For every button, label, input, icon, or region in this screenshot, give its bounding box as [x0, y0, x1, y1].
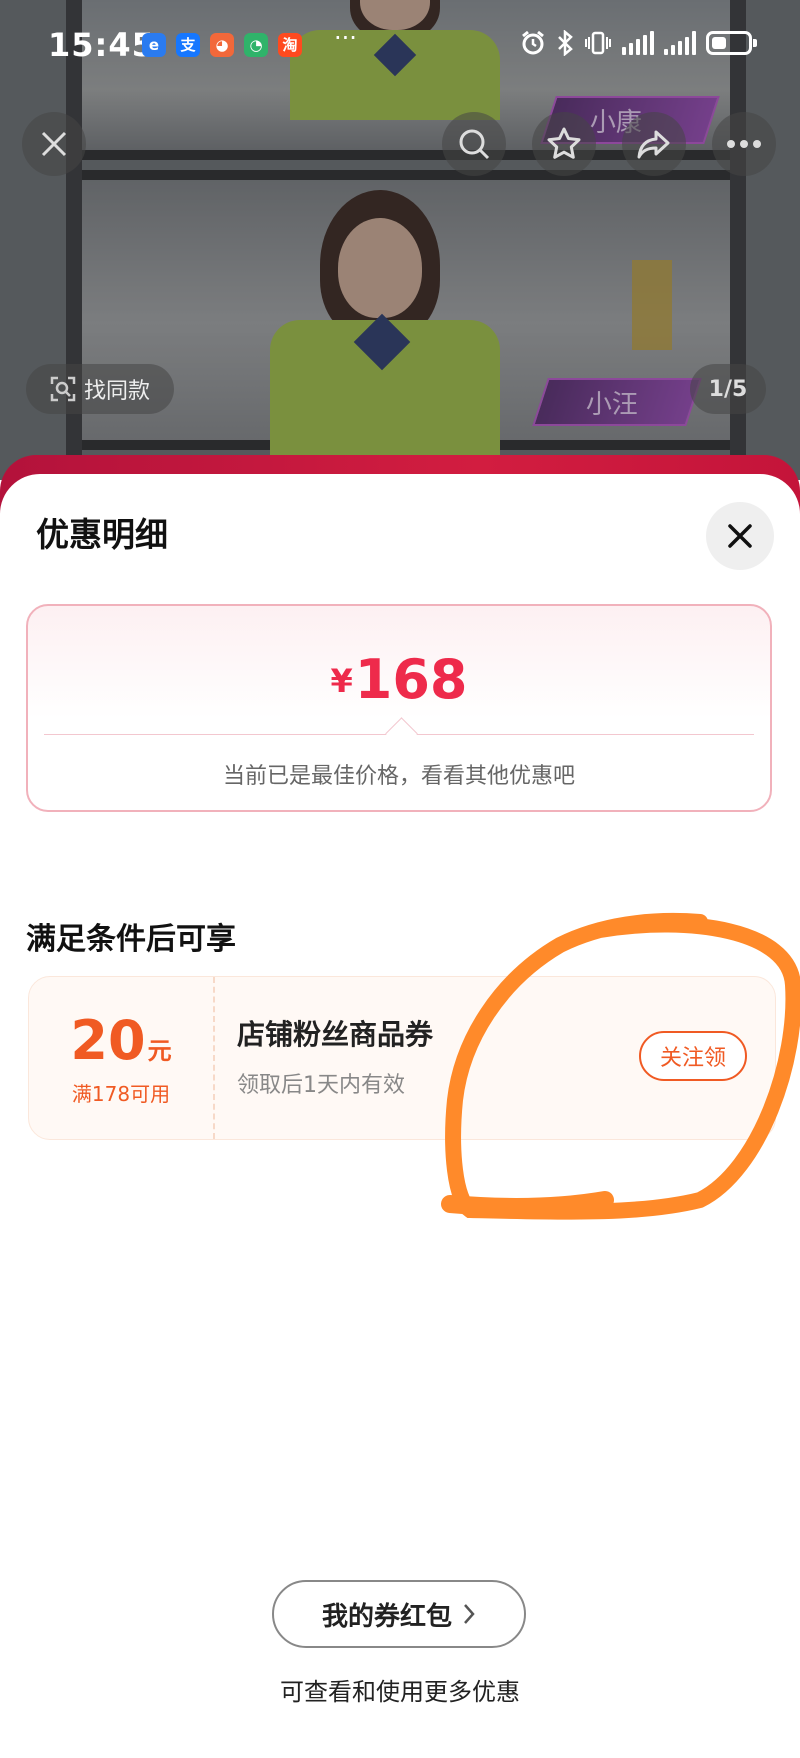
coupon-amount-unit: 元	[147, 1037, 172, 1065]
best-price-card: ¥168 当前已是最佳价格，看看其他优惠吧	[26, 604, 772, 812]
best-price: ¥168	[28, 648, 770, 711]
bluetooth-icon	[558, 30, 573, 56]
price-amount: 168	[354, 648, 468, 711]
best-price-note: 当前已是最佳价格，看看其他优惠吧	[222, 764, 575, 789]
discount-detail-sheet: 优惠明细 ¥168 当前已是最佳价格，看看其他优惠吧 满足条件后可享 20元 满…	[0, 474, 800, 1758]
notification-icons: e 支 ◕ ◔ 淘	[142, 33, 302, 57]
close-viewer-button[interactable]	[22, 112, 86, 176]
vibrate-icon	[585, 31, 611, 55]
signal-2-icon	[664, 31, 696, 55]
system-icons	[520, 30, 757, 56]
alipay-icon: 支	[176, 33, 200, 57]
message-icon: ◔	[244, 33, 268, 57]
sheet-title: 优惠明细	[36, 515, 168, 554]
app-orange-icon: ◕	[210, 33, 234, 57]
status-time: 15:45	[48, 26, 155, 64]
more-notifications-icon: ···	[334, 24, 357, 52]
taobao-icon: 淘	[278, 33, 302, 57]
coupon-amount-number: 20	[70, 1009, 146, 1072]
favorite-button[interactable]	[532, 112, 596, 176]
share-icon	[637, 130, 670, 159]
chevron-right-icon	[464, 1604, 475, 1624]
more-icon	[727, 140, 761, 148]
price-divider-notch	[385, 717, 418, 750]
find-same-label: 找同款	[83, 379, 150, 404]
coupon-condition: 满178可用	[71, 1082, 171, 1106]
search-button[interactable]	[442, 112, 506, 176]
my-coupons-button[interactable]: 我的券红包	[272, 1580, 526, 1648]
coupon-name: 店铺粉丝商品券	[237, 1018, 434, 1051]
coupon-card: 20元 满178可用 店铺粉丝商品券 领取后1天内有效 关注领	[28, 976, 776, 1140]
image-pager: 1/5	[690, 364, 766, 414]
more-offers-note: 可查看和使用更多优惠	[280, 1678, 520, 1706]
close-icon	[41, 131, 67, 157]
currency-symbol: ¥	[330, 662, 353, 700]
share-button[interactable]	[622, 112, 686, 176]
coupon-validity: 领取后1天内有效	[237, 1073, 405, 1098]
battery-icon	[706, 31, 757, 55]
signal-1-icon	[622, 31, 654, 55]
coupon-amount: 20元	[70, 1009, 171, 1072]
find-same-button[interactable]: 找同款	[26, 364, 174, 414]
status-bar: 15:45 e 支 ◕ ◔ 淘 ···	[0, 20, 800, 70]
star-icon	[547, 127, 581, 159]
more-options-button[interactable]	[712, 112, 776, 176]
scan-icon	[50, 376, 76, 402]
app-blue-icon: e	[142, 33, 166, 57]
coupon-value-block: 20元 满178可用	[29, 977, 215, 1139]
alarm-icon	[522, 30, 544, 55]
my-coupons-label: 我的券红包	[321, 1601, 452, 1632]
close-icon	[728, 524, 752, 548]
close-sheet-button[interactable]	[706, 502, 774, 570]
conditional-discounts-title: 满足条件后可享	[26, 922, 236, 957]
search-icon	[459, 129, 490, 160]
follow-to-claim-button[interactable]: 关注领	[639, 1031, 747, 1081]
